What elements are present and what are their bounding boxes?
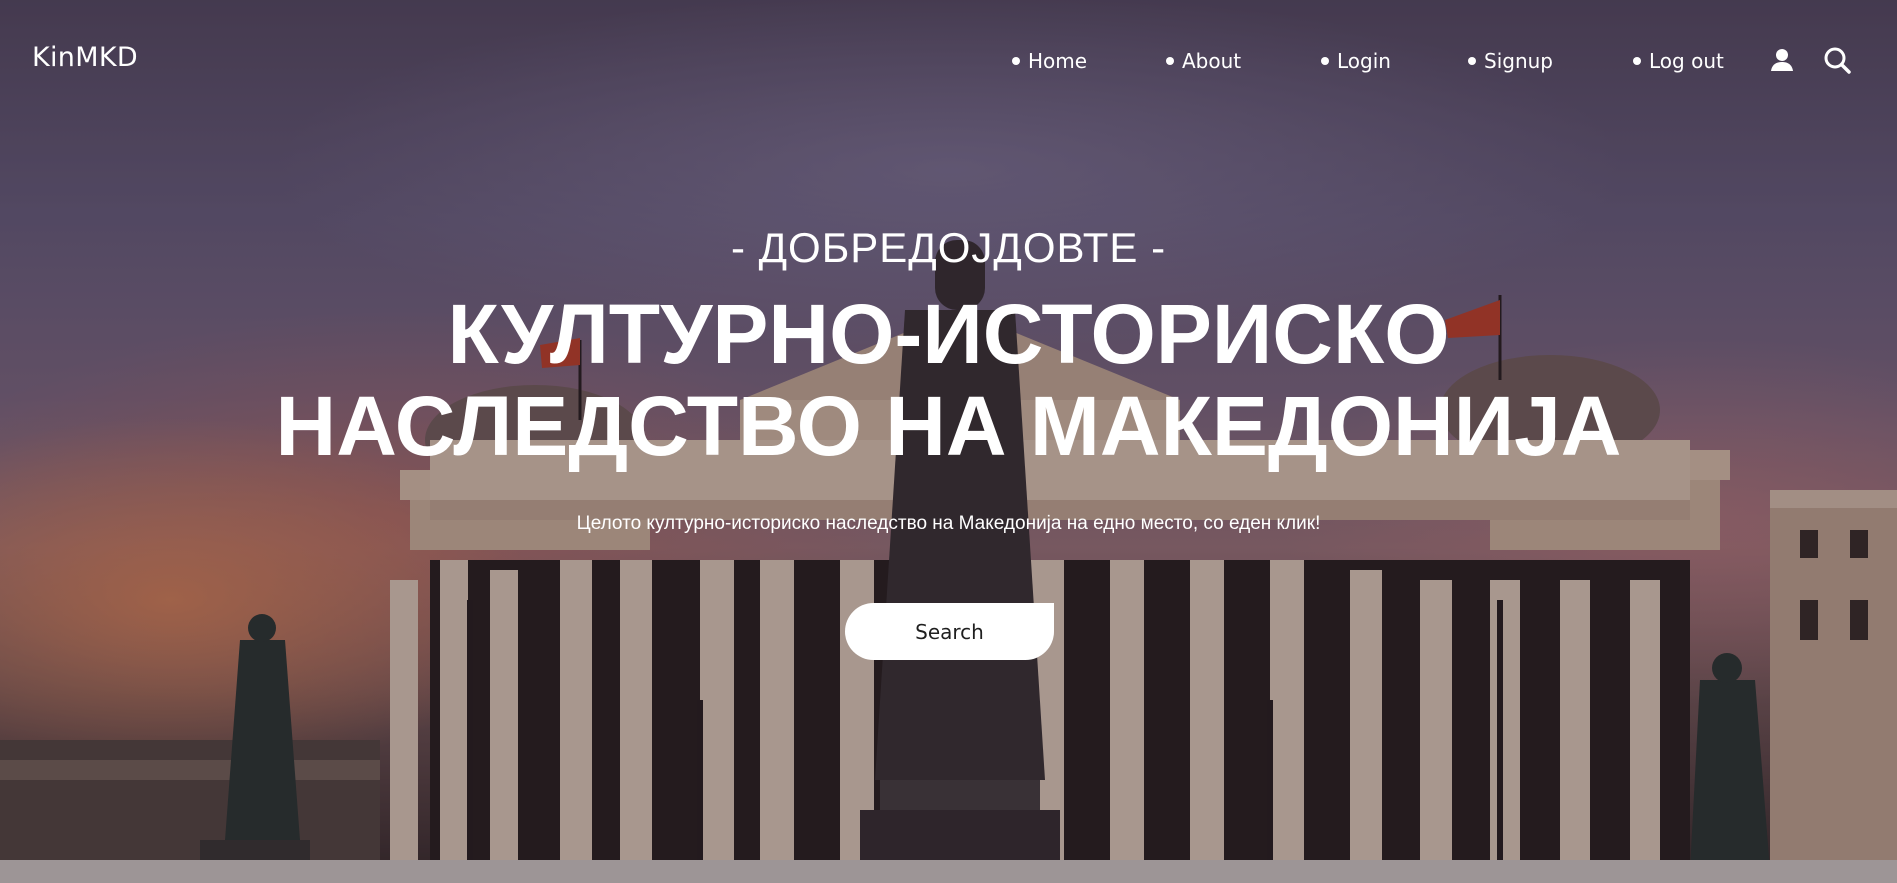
headline-line-2: НАСЛЕДСТВО НА МАКЕДОНИЈА	[275, 379, 1622, 473]
hero-subtitle: Целото културно-историско наследство на …	[576, 513, 1321, 534]
hero-section: - ДОБРЕДОЈДОВТЕ - КУЛТУРНО-ИСТОРИСКО НАС…	[0, 0, 1897, 883]
search-button[interactable]: Search	[845, 603, 1054, 660]
hero-headline: КУЛТУРНО-ИСТОРИСКО НАСЛЕДСТВО НА МАКЕДОН…	[0, 288, 1897, 472]
welcome-kicker: - ДОБРЕДОЈДОВТЕ -	[730, 224, 1167, 271]
headline-line-1: КУЛТУРНО-ИСТОРИСКО	[447, 287, 1450, 381]
